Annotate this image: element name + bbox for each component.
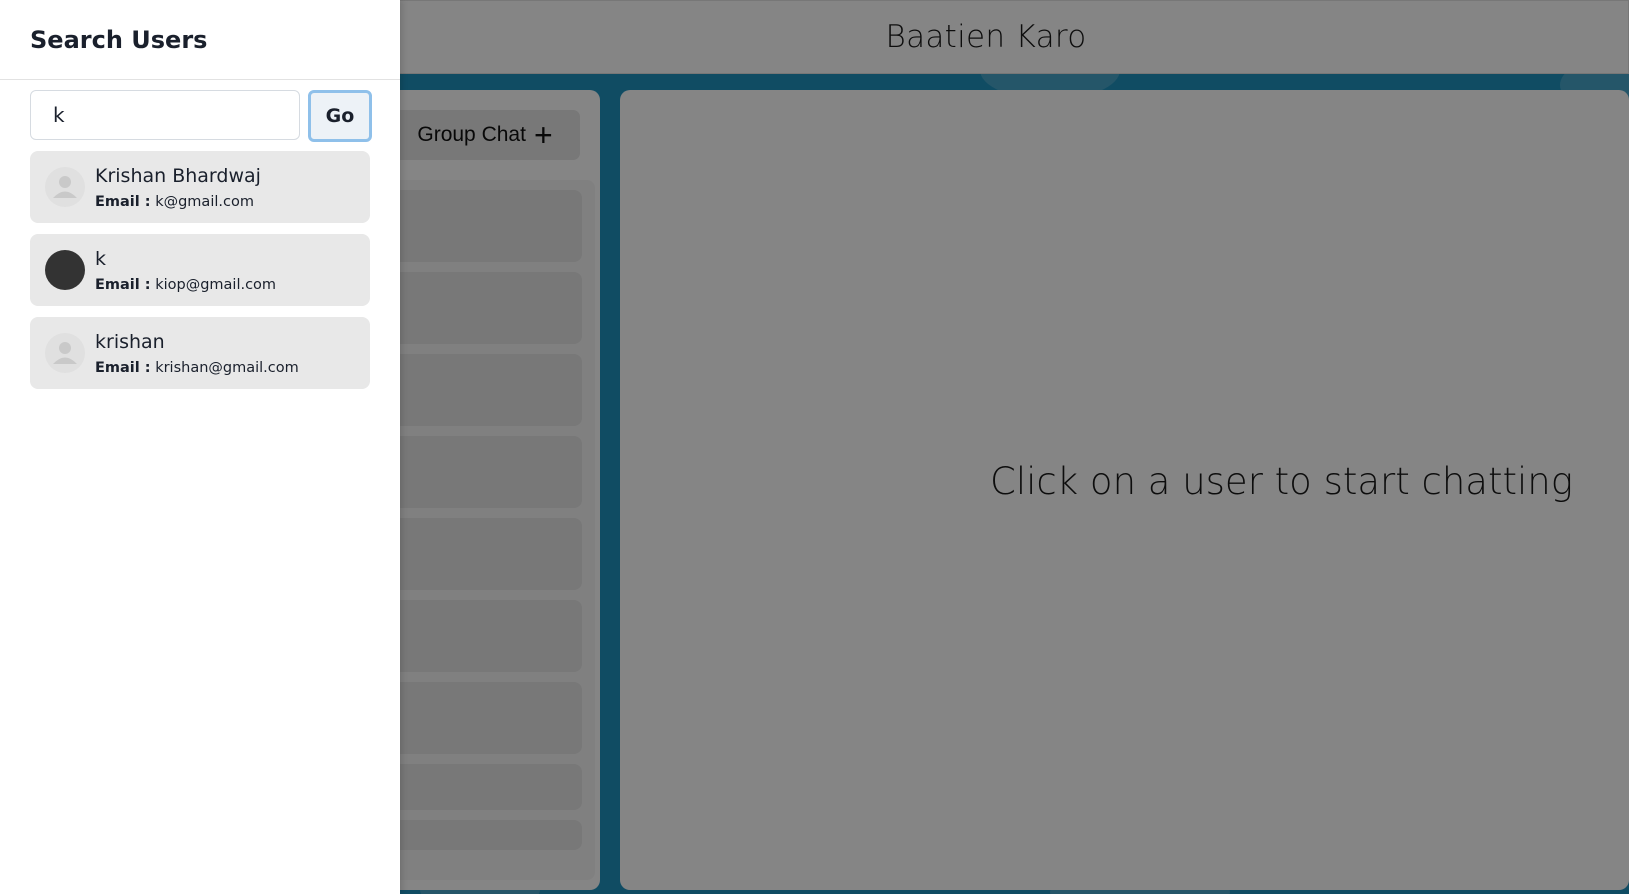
search-results-list: Krishan Bhardwaj Email : k@gmail.com k E… [30, 151, 370, 400]
go-button[interactable]: Go [308, 90, 372, 142]
user-email-row: Email : krishan@gmail.com [95, 360, 299, 376]
email-label: Email : [95, 194, 151, 210]
user-email: k@gmail.com [155, 194, 254, 210]
user-email-row: Email : k@gmail.com [95, 194, 254, 210]
search-input[interactable] [30, 90, 300, 140]
default-user-icon [45, 333, 85, 373]
user-name: Krishan Bhardwaj [95, 165, 261, 187]
search-users-drawer: Search Users Go Krishan Bhardwaj Email :… [0, 0, 400, 894]
user-list-item[interactable]: k Email : kiop@gmail.com [30, 234, 370, 306]
user-list-item[interactable]: krishan Email : krishan@gmail.com [30, 317, 370, 389]
user-avatar [45, 250, 85, 290]
user-name: k [95, 248, 107, 270]
user-name: krishan [95, 331, 165, 353]
search-row: Go [30, 90, 372, 142]
user-email: krishan@gmail.com [155, 360, 299, 376]
default-user-icon [45, 167, 85, 207]
email-label: Email : [95, 277, 151, 293]
user-email: kiop@gmail.com [155, 277, 277, 293]
email-label: Email : [95, 360, 151, 376]
drawer-header: Search Users [0, 0, 400, 80]
drawer-title: Search Users [30, 25, 208, 54]
user-list-item[interactable]: Krishan Bhardwaj Email : k@gmail.com [30, 151, 370, 223]
user-email-row: Email : kiop@gmail.com [95, 277, 276, 293]
